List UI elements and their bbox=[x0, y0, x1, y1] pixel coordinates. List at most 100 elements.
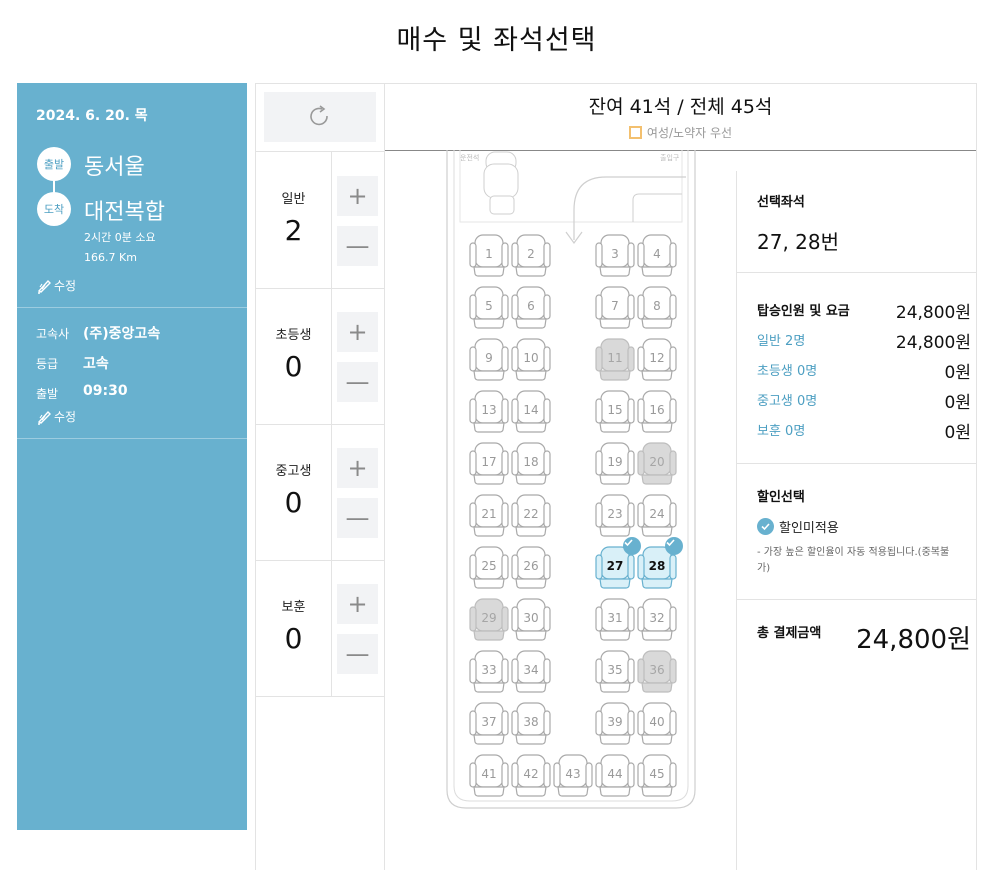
student-plus-button[interactable]: + bbox=[337, 448, 378, 488]
minus-icon: — bbox=[345, 504, 370, 532]
seat-number: 21 bbox=[481, 507, 497, 521]
seat-16[interactable]: 16 bbox=[637, 389, 677, 433]
seat-3[interactable]: 3 bbox=[595, 233, 635, 277]
seat-31[interactable]: 31 bbox=[595, 597, 635, 641]
fare-total: 24,800원 bbox=[895, 303, 971, 323]
seat-number: 10 bbox=[523, 351, 539, 365]
seat-number: 45 bbox=[649, 767, 665, 781]
seat-12[interactable]: 12 bbox=[637, 337, 677, 381]
student-minus-button[interactable]: — bbox=[337, 498, 378, 538]
seat-32[interactable]: 32 bbox=[637, 597, 677, 641]
seat-26[interactable]: 26 bbox=[511, 545, 551, 589]
pencil-icon bbox=[37, 279, 51, 294]
seat-6[interactable]: 6 bbox=[511, 285, 551, 329]
seat-number: 14 bbox=[523, 403, 539, 417]
seat-35[interactable]: 35 bbox=[595, 649, 635, 693]
fare-row-label-general: 일반 2명 bbox=[757, 334, 806, 349]
divider bbox=[384, 84, 385, 870]
seat-13[interactable]: 13 bbox=[469, 389, 509, 433]
seat-37[interactable]: 37 bbox=[469, 701, 509, 745]
seat-30[interactable]: 30 bbox=[511, 597, 551, 641]
seat-number: 41 bbox=[481, 767, 497, 781]
veteran-minus-button[interactable]: — bbox=[337, 634, 378, 674]
seat-2[interactable]: 2 bbox=[511, 233, 551, 277]
seat-number: 7 bbox=[611, 299, 619, 313]
seat-number: 33 bbox=[481, 663, 497, 677]
seat-15[interactable]: 15 bbox=[595, 389, 635, 433]
bus-seat-map: 운전석 출입구 1 2 3 4 5 6 7 8 9 10 11 12 13 14 15 16 17 18 19 20 2… bbox=[446, 150, 696, 810]
seat-number: 2 bbox=[527, 247, 535, 261]
seat-14[interactable]: 14 bbox=[511, 389, 551, 433]
seat-38[interactable]: 38 bbox=[511, 701, 551, 745]
seat-44[interactable]: 44 bbox=[595, 753, 635, 797]
fare-row-label-student: 중고생 0명 bbox=[757, 394, 818, 409]
seat-23[interactable]: 23 bbox=[595, 493, 635, 537]
seat-8[interactable]: 8 bbox=[637, 285, 677, 329]
seat-number: 35 bbox=[607, 663, 623, 677]
passenger-count-student: 0 bbox=[284, 486, 303, 519]
passenger-label-student: 중고생 bbox=[275, 464, 312, 479]
seat-number: 44 bbox=[607, 767, 623, 781]
seat-10[interactable]: 10 bbox=[511, 337, 551, 381]
seat-34[interactable]: 34 bbox=[511, 649, 551, 693]
seat-1[interactable]: 1 bbox=[469, 233, 509, 277]
driver-seat-label: 운전석 bbox=[460, 154, 480, 162]
fare-title: 탑승인원 및 요금 bbox=[757, 304, 850, 319]
general-minus-button[interactable]: — bbox=[337, 226, 378, 266]
plus-icon: + bbox=[347, 318, 368, 346]
seat-7[interactable]: 7 bbox=[595, 285, 635, 329]
seat-number: 40 bbox=[649, 715, 665, 729]
seat-number: 32 bbox=[649, 611, 665, 625]
depart-time-key: 출발 bbox=[36, 387, 59, 401]
pencil-icon bbox=[37, 410, 51, 425]
seat-25[interactable]: 25 bbox=[469, 545, 509, 589]
seat-19[interactable]: 19 bbox=[595, 441, 635, 485]
seat-21[interactable]: 21 bbox=[469, 493, 509, 537]
legend-label: 여성/노약자 우선 bbox=[646, 126, 733, 140]
seat-43[interactable]: 43 bbox=[553, 753, 593, 797]
seat-legend: 여성/노약자 우선 bbox=[385, 124, 976, 141]
veteran-plus-button[interactable]: + bbox=[337, 584, 378, 624]
seat-number: 3 bbox=[611, 247, 619, 261]
seat-17[interactable]: 17 bbox=[469, 441, 509, 485]
seat-number: 29 bbox=[481, 611, 497, 625]
seat-41[interactable]: 41 bbox=[469, 753, 509, 797]
depart-badge: 출발 bbox=[37, 147, 71, 181]
general-plus-button[interactable]: + bbox=[337, 176, 378, 216]
seat-27[interactable]: 27 bbox=[595, 537, 641, 589]
seat-number: 23 bbox=[607, 507, 623, 521]
refresh-button[interactable] bbox=[264, 92, 376, 142]
seat-4[interactable]: 4 bbox=[637, 233, 677, 277]
seat-22[interactable]: 22 bbox=[511, 493, 551, 537]
passenger-count-general: 2 bbox=[284, 214, 303, 247]
seat-42[interactable]: 42 bbox=[511, 753, 551, 797]
fare-row-label-elementary: 초등생 0명 bbox=[757, 364, 818, 379]
edit-route-button[interactable]: 수정 bbox=[36, 277, 76, 294]
seat-number: 8 bbox=[653, 299, 661, 313]
seat-9[interactable]: 9 bbox=[469, 337, 509, 381]
seat-5[interactable]: 5 bbox=[469, 285, 509, 329]
elementary-plus-button[interactable]: + bbox=[337, 312, 378, 352]
seat-40[interactable]: 40 bbox=[637, 701, 677, 745]
seat-45[interactable]: 45 bbox=[637, 753, 677, 797]
seat-24[interactable]: 24 bbox=[637, 493, 677, 537]
selected-check-icon bbox=[665, 537, 683, 555]
edit-schedule-button[interactable]: 수정 bbox=[36, 408, 76, 425]
discount-option-none[interactable]: 할인미적용 bbox=[757, 517, 839, 536]
minus-icon: — bbox=[345, 368, 370, 396]
discount-option-label: 할인미적용 bbox=[779, 521, 839, 536]
elementary-minus-button[interactable]: — bbox=[337, 362, 378, 402]
seat-number: 20 bbox=[649, 455, 665, 469]
seat-18[interactable]: 18 bbox=[511, 441, 551, 485]
seat-28[interactable]: 28 bbox=[637, 537, 683, 589]
seat-number: 16 bbox=[649, 403, 665, 417]
seat-number: 11 bbox=[607, 351, 623, 365]
plus-icon: + bbox=[347, 454, 368, 482]
divider bbox=[737, 599, 976, 600]
seat-number: 37 bbox=[481, 715, 497, 729]
sidebar-divider bbox=[17, 438, 247, 439]
seat-39[interactable]: 39 bbox=[595, 701, 635, 745]
seat-number: 43 bbox=[565, 767, 581, 781]
seat-33[interactable]: 33 bbox=[469, 649, 509, 693]
check-icon bbox=[757, 518, 774, 535]
